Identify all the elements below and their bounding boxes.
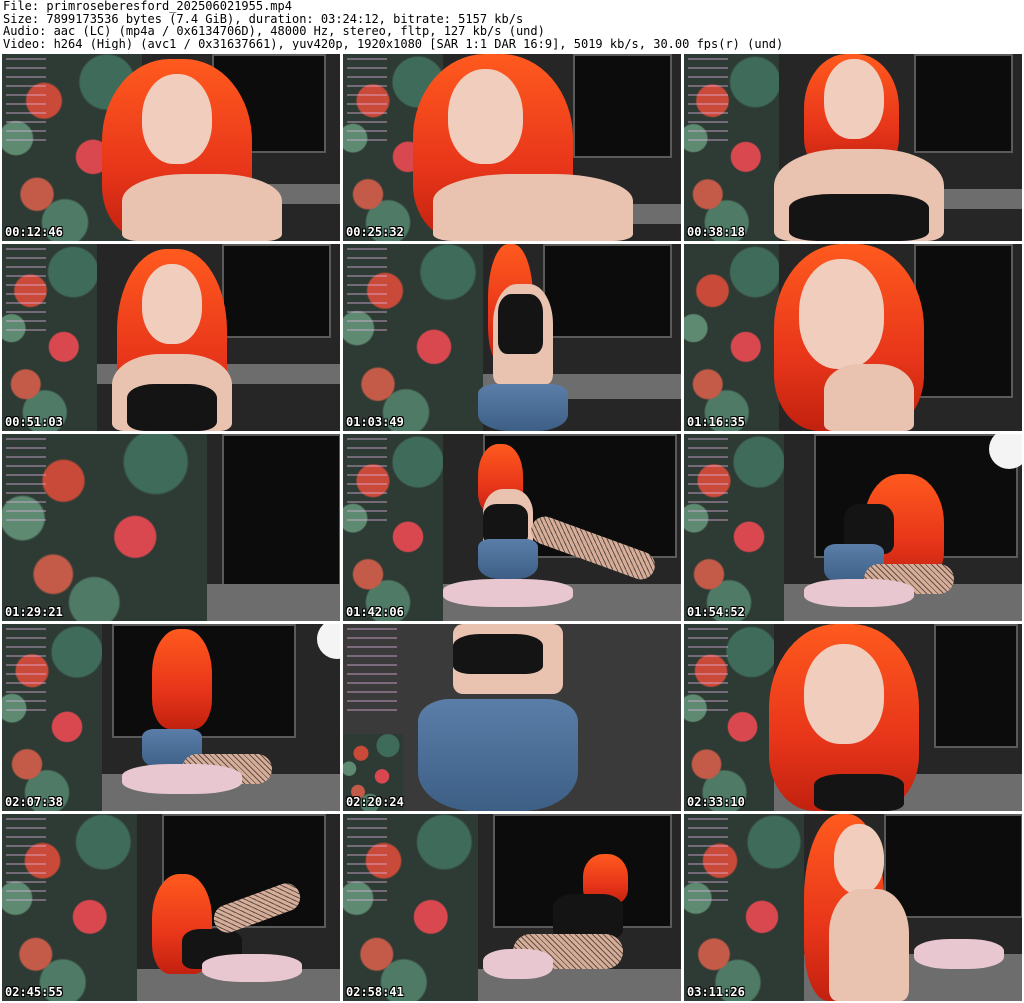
thumbnail-3: 00:38:18 bbox=[684, 54, 1022, 241]
thumbnail-13: 02:45:55 bbox=[2, 814, 340, 1001]
thumbnail-9: 01:54:52 bbox=[684, 434, 1022, 621]
thumbnail-6: 01:16:35 bbox=[684, 244, 1022, 431]
thumbnail-timestamp: 02:45:55 bbox=[5, 985, 63, 999]
thumbnail-2: 00:25:32 bbox=[343, 54, 681, 241]
file-name-line: File: primroseberesford_202506021955.mp4 bbox=[3, 0, 292, 13]
thumbnail-timestamp: 01:42:06 bbox=[346, 605, 404, 619]
thumbnail-timestamp: 00:38:18 bbox=[687, 225, 745, 239]
thumbnail-12: 02:33:10 bbox=[684, 624, 1022, 811]
thumbnail-timestamp: 00:12:46 bbox=[5, 225, 63, 239]
thumbnail-10: 02:07:38 bbox=[2, 624, 340, 811]
thumbnail-14: 02:58:41 bbox=[343, 814, 681, 1001]
thumbnail-timestamp: 00:51:03 bbox=[5, 415, 63, 429]
thumbnail-timestamp: 02:33:10 bbox=[687, 795, 745, 809]
thumbnail-4: 00:51:03 bbox=[2, 244, 340, 431]
thumbnail-8: 01:42:06 bbox=[343, 434, 681, 621]
file-info-header: File: primroseberesford_202506021955.mp4… bbox=[3, 0, 1021, 52]
thumbnail-timestamp: 01:16:35 bbox=[687, 415, 745, 429]
thumbnail-7: 01:29:21 bbox=[2, 434, 340, 621]
thumbnail-timestamp: 02:20:24 bbox=[346, 795, 404, 809]
audio-info-line: Audio: aac (LC) (mp4a / 0x6134706D), 480… bbox=[3, 25, 545, 38]
thumbnail-timestamp: 02:58:41 bbox=[346, 985, 404, 999]
thumbnail-15: 03:11:26 bbox=[684, 814, 1022, 1001]
thumbnail-grid: 00:12:46 00:25:32 00:38:18 00:51:03 01:0… bbox=[2, 54, 1022, 1001]
thumbnail-timestamp: 03:11:26 bbox=[687, 985, 745, 999]
thumbnail-5: 01:03:49 bbox=[343, 244, 681, 431]
video-info-line: Video: h264 (High) (avc1 / 0x31637661), … bbox=[3, 37, 784, 51]
thumbnail-timestamp: 01:54:52 bbox=[687, 605, 745, 619]
thumbnail-timestamp: 02:07:38 bbox=[5, 795, 63, 809]
thumbnail-11: 02:20:24 bbox=[343, 624, 681, 811]
thumbnail-timestamp: 01:29:21 bbox=[5, 605, 63, 619]
thumbnail-timestamp: 00:25:32 bbox=[346, 225, 404, 239]
thumbnail-1: 00:12:46 bbox=[2, 54, 340, 241]
thumbnail-timestamp: 01:03:49 bbox=[346, 415, 404, 429]
file-size-line: Size: 7899173536 bytes (7.4 GiB), durati… bbox=[3, 12, 524, 26]
